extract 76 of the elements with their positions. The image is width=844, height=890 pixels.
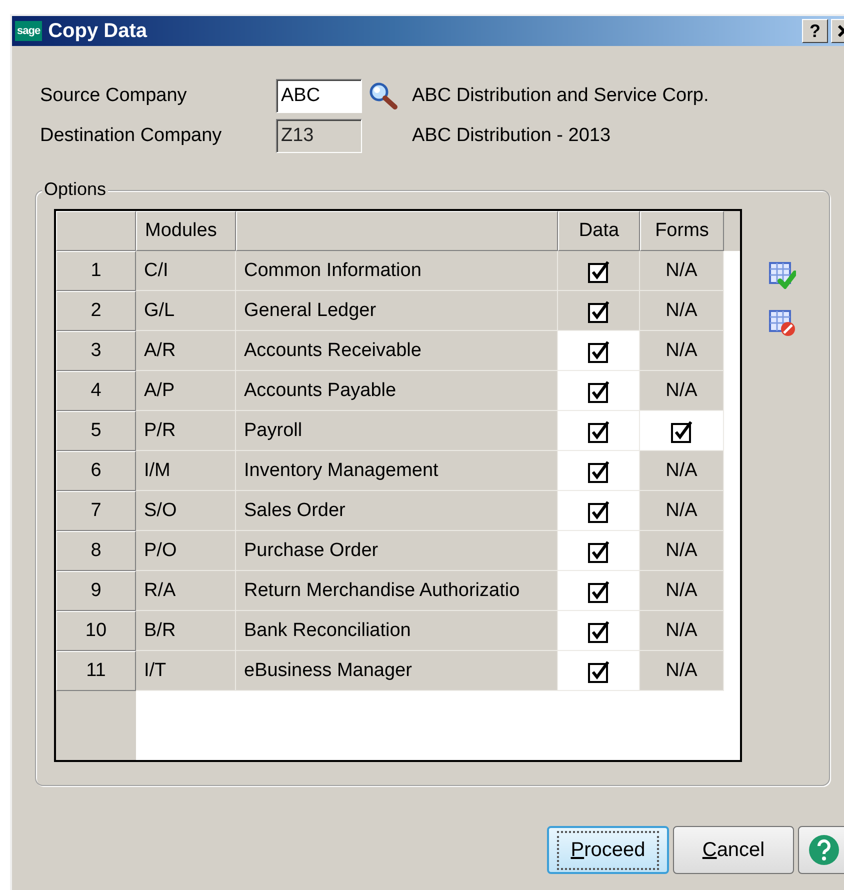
table-cell: Purchase Order bbox=[236, 531, 558, 571]
table-cell: N/A bbox=[640, 491, 724, 531]
field-label: Source Company bbox=[40, 85, 188, 107]
checkbox[interactable] bbox=[588, 418, 610, 442]
column-header[interactable]: Modules bbox=[136, 211, 236, 251]
table-cell: I/M bbox=[136, 451, 236, 491]
checkbox[interactable] bbox=[588, 298, 610, 322]
table-cell: eBusiness Manager bbox=[236, 651, 558, 691]
company-code-field[interactable]: ABC bbox=[276, 79, 362, 113]
select-all-icon[interactable] bbox=[768, 261, 796, 289]
company-name: ABC Distribution and Service Corp. bbox=[412, 85, 709, 107]
help-icon bbox=[808, 834, 840, 866]
table-cell: Accounts Payable bbox=[236, 371, 558, 411]
dialog-button[interactable]: Proceed bbox=[547, 826, 669, 874]
search-icon[interactable] bbox=[368, 81, 398, 111]
table-cell: N/A bbox=[640, 531, 724, 571]
window-title: Copy Data bbox=[48, 20, 147, 42]
table-cell: Inventory Management bbox=[236, 451, 558, 491]
logo: sage bbox=[15, 21, 42, 41]
table-cell: I/T bbox=[136, 651, 236, 691]
row-number: 1 bbox=[56, 251, 136, 291]
row-number: 10 bbox=[56, 611, 136, 651]
table-cell: N/A bbox=[640, 371, 724, 411]
column-header[interactable]: Data bbox=[558, 211, 640, 251]
table-cell: B/R bbox=[136, 611, 236, 651]
company-code-field[interactable]: Z13 bbox=[276, 119, 362, 153]
checkbox[interactable] bbox=[588, 258, 610, 282]
table-cell: A/P bbox=[136, 371, 236, 411]
row-number: 3 bbox=[56, 331, 136, 371]
checkbox[interactable] bbox=[588, 498, 610, 522]
table-cell: N/A bbox=[640, 651, 724, 691]
row-number: 4 bbox=[56, 371, 136, 411]
table-cell: C/I bbox=[136, 251, 236, 291]
row-number: 8 bbox=[56, 531, 136, 571]
table-cell: Return Merchandise Authorizatio bbox=[236, 571, 558, 611]
table-cell: S/O bbox=[136, 491, 236, 531]
clear-all-icon[interactable] bbox=[768, 309, 796, 337]
table-cell: N/A bbox=[640, 291, 724, 331]
row-number: 7 bbox=[56, 491, 136, 531]
table-cell: N/A bbox=[640, 451, 724, 491]
table-cell: N/A bbox=[640, 251, 724, 291]
company-name: ABC Distribution - 2013 bbox=[412, 125, 611, 147]
checkbox[interactable] bbox=[588, 578, 610, 602]
table-cell: General Ledger bbox=[236, 291, 558, 331]
row-number: 6 bbox=[56, 451, 136, 491]
table-cell: N/A bbox=[640, 571, 724, 611]
table-cell: Sales Order bbox=[236, 491, 558, 531]
checkbox[interactable] bbox=[588, 378, 610, 402]
table-cell: Bank Reconciliation bbox=[236, 611, 558, 651]
dialog-button[interactable]: Cancel bbox=[673, 826, 794, 874]
checkbox[interactable] bbox=[588, 458, 610, 482]
group-title: Options bbox=[42, 179, 108, 200]
table-cell: Payroll bbox=[236, 411, 558, 451]
field-label: Destination Company bbox=[40, 125, 223, 147]
row-number: 2 bbox=[56, 291, 136, 331]
table-cell: G/L bbox=[136, 291, 236, 331]
row-number: 5 bbox=[56, 411, 136, 451]
table-cell: R/A bbox=[136, 571, 236, 611]
checkbox[interactable] bbox=[588, 338, 610, 362]
table-cell: P/R bbox=[136, 411, 236, 451]
table-cell: N/A bbox=[640, 611, 724, 651]
header-cell bbox=[724, 211, 740, 251]
table-cell: A/R bbox=[136, 331, 236, 371]
table-cell: Common Information bbox=[236, 251, 558, 291]
help-button[interactable]: ? bbox=[802, 19, 828, 43]
table-cell: P/O bbox=[136, 531, 236, 571]
checkbox[interactable] bbox=[670, 418, 692, 442]
table-cell: Accounts Receivable bbox=[236, 331, 558, 371]
checkbox[interactable] bbox=[588, 658, 610, 682]
row-number: 9 bbox=[56, 571, 136, 611]
table-cell: N/A bbox=[640, 331, 724, 371]
checkbox[interactable] bbox=[588, 538, 610, 562]
column-header[interactable]: Forms bbox=[640, 211, 724, 251]
checkbox[interactable] bbox=[588, 618, 610, 642]
row-number: 11 bbox=[56, 651, 136, 691]
help-button[interactable] bbox=[798, 826, 844, 874]
